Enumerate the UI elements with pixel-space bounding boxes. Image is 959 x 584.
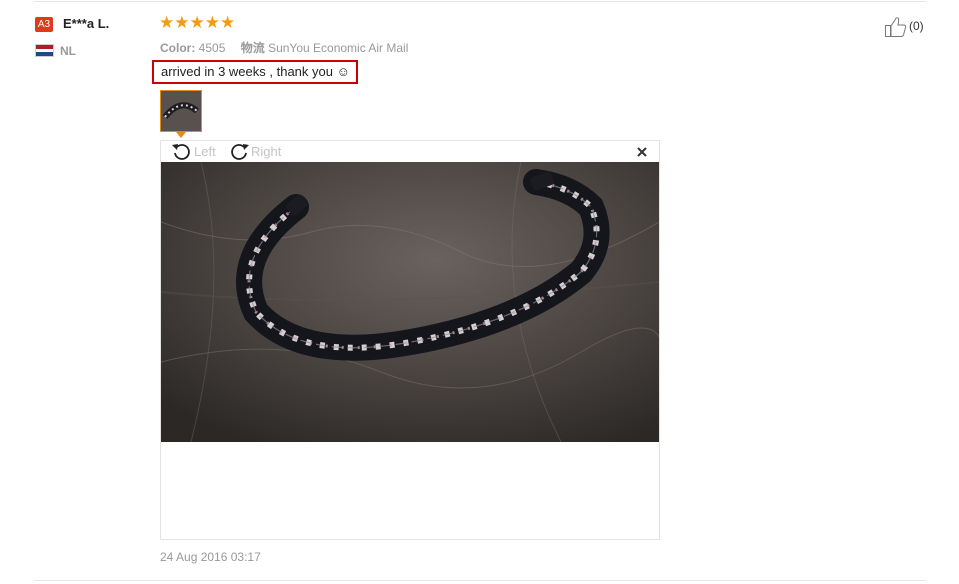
review-date: 24 Aug 2016 03:17 xyxy=(160,550,261,564)
rotate-left-icon xyxy=(172,144,190,160)
review-photo-thumbnail[interactable] xyxy=(160,90,202,132)
thumbnail-image xyxy=(161,91,201,131)
rotate-right-label: Right xyxy=(251,144,282,159)
image-viewer: Left Right xyxy=(160,140,660,540)
buyer-name: E***a L. xyxy=(63,16,110,31)
helpful-count: (0) xyxy=(909,19,924,33)
shipping-label: 物流 xyxy=(240,41,265,55)
buyer-country: NL xyxy=(60,44,76,58)
headband-photo xyxy=(161,162,659,442)
order-info: Color: 4505 物流 SunYou Economic Air Mail xyxy=(160,39,408,56)
review-item: A3 E***a L. NL ★★★★★ Color: 4505 物流 SunY… xyxy=(0,0,959,584)
review-photo-large xyxy=(161,162,659,442)
thumbnail-selected-indicator xyxy=(176,132,186,138)
divider-bottom xyxy=(34,580,926,581)
country-flag-icon xyxy=(35,44,54,57)
rotate-right-icon xyxy=(231,144,249,160)
star-rating: ★★★★★ xyxy=(159,13,236,32)
color-value: 4505 xyxy=(198,41,226,55)
review-text: arrived in 3 weeks , thank you ☺ xyxy=(152,60,358,84)
color-label: Color: xyxy=(160,41,196,55)
shipping-value: SunYou Economic Air Mail xyxy=(268,41,409,55)
close-viewer-button[interactable] xyxy=(635,145,649,159)
thumbs-up-icon xyxy=(885,17,907,37)
rotate-left-label: Left xyxy=(194,144,216,159)
divider-top xyxy=(34,1,926,2)
close-icon xyxy=(637,147,647,157)
buyer-level-badge: A3 xyxy=(35,17,53,32)
